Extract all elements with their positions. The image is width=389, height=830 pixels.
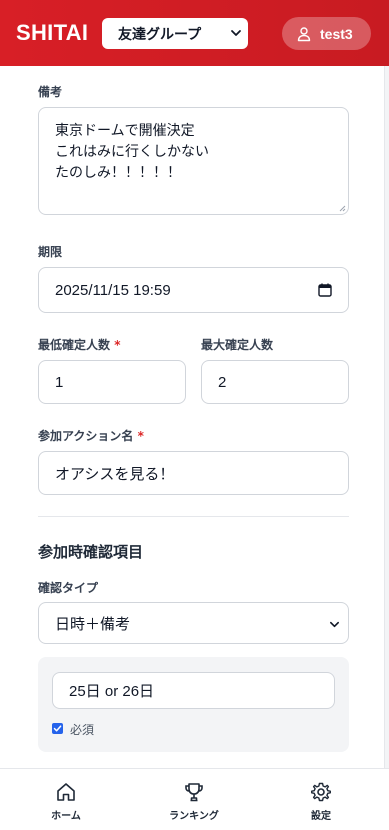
chevron-down-icon xyxy=(330,621,339,628)
scrollbar-track[interactable] xyxy=(384,66,389,768)
min-people-input[interactable]: 1 xyxy=(38,360,186,404)
resize-handle-icon[interactable] xyxy=(339,205,346,212)
nav-home-label: ホーム xyxy=(51,811,81,822)
max-people-label: 最大確定人数 xyxy=(201,338,274,352)
notes-line: 東京ドームで開催決定 xyxy=(55,123,195,139)
nav-settings[interactable]: 設定 xyxy=(296,769,346,830)
nav-home[interactable]: ホーム xyxy=(36,769,96,830)
trophy-icon xyxy=(185,783,203,802)
action-name-label: 参加アクション名 * xyxy=(38,427,144,444)
deadline-value: 2025/11/15 19:59 xyxy=(55,281,171,299)
user-icon xyxy=(297,26,311,41)
required-checkbox[interactable] xyxy=(52,723,63,734)
confirm-section-title: 参加時確認項目 xyxy=(38,543,144,561)
username: test3 xyxy=(320,25,353,42)
nav-ranking-label: ランキング xyxy=(169,811,219,822)
section-divider xyxy=(38,516,349,517)
group-select[interactable]: 友達グループ xyxy=(102,18,248,49)
confirm-type-label: 確認タイプ xyxy=(38,581,99,595)
deadline-label: 期限 xyxy=(38,245,63,259)
confirm-option-value: 25日 or 26日 xyxy=(69,683,155,700)
app-logo[interactable]: SHITAI xyxy=(16,20,88,46)
min-people-label-text: 最低確定人数 xyxy=(38,338,111,352)
confirm-type-value: 日時＋備考 xyxy=(55,615,131,633)
notes-label: 備考 xyxy=(38,85,63,99)
user-menu-button[interactable]: test3 xyxy=(282,17,371,50)
calendar-icon[interactable] xyxy=(318,283,332,297)
notes-textarea[interactable]: 東京ドームで開催決定 これはみに行くしかない たのしみ！！！！！ xyxy=(38,107,349,215)
bottom-nav: ホーム ランキング 設定 xyxy=(0,768,389,830)
min-people-value: 1 xyxy=(55,373,64,391)
nav-ranking[interactable]: ランキング xyxy=(160,769,228,830)
deadline-input[interactable]: 2025/11/15 19:59 xyxy=(38,267,349,313)
action-name-input[interactable]: オアシスを見る！ xyxy=(38,451,349,495)
confirm-type-select[interactable]: 日時＋備考 xyxy=(38,602,349,644)
notes-line: これはみに行くしかない xyxy=(55,144,209,160)
required-checkbox-label: 必須 xyxy=(70,723,95,737)
required-mark: * xyxy=(137,429,144,443)
nav-settings-label: 設定 xyxy=(311,811,331,822)
checkmark-icon xyxy=(53,725,62,732)
confirm-option-input[interactable]: 25日 or 26日 xyxy=(52,672,335,709)
app-header: SHITAI 友達グループ test3 xyxy=(0,0,389,66)
home-icon xyxy=(57,783,75,801)
notes-line: たのしみ！！！！！ xyxy=(55,165,181,181)
action-name-value: オアシスを見る！ xyxy=(55,465,175,483)
min-people-label: 最低確定人数 * xyxy=(38,336,120,353)
chevron-down-icon xyxy=(231,30,241,36)
required-mark: * xyxy=(114,338,121,352)
action-name-label-text: 参加アクション名 xyxy=(38,429,134,443)
max-people-input[interactable]: 2 xyxy=(201,360,349,404)
gear-icon xyxy=(311,782,331,802)
max-people-value: 2 xyxy=(218,373,227,391)
group-select-value: 友達グループ xyxy=(118,26,202,43)
